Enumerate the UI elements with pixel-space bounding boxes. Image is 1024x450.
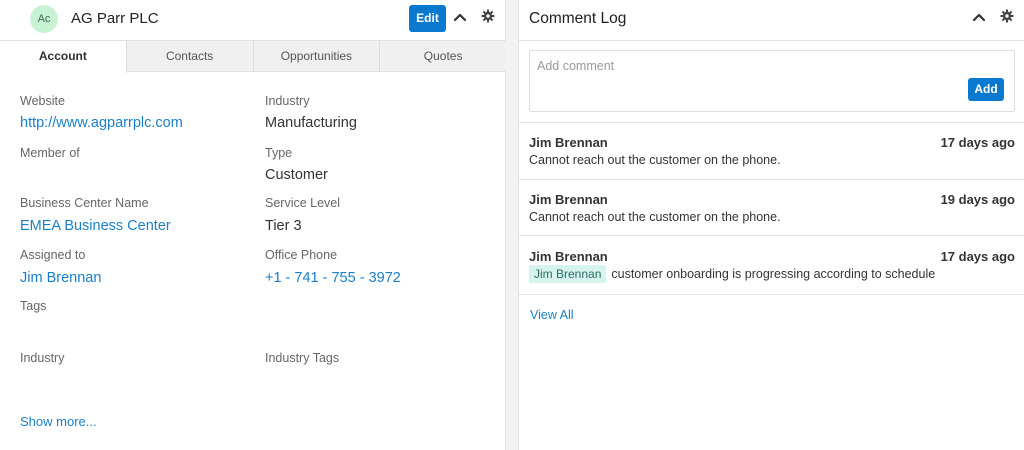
type-label: Type <box>265 146 293 160</box>
assigned-to-label: Assigned to <box>20 248 86 262</box>
comment-author[interactable]: Jim Brennan <box>529 192 608 207</box>
office-phone-link[interactable]: +1 - 741 - 755 - 3972 <box>265 270 401 286</box>
industry-bottom-label: Industry <box>20 351 65 365</box>
service-level-value: Tier 3 <box>265 218 302 234</box>
show-more-link[interactable]: Show more... <box>20 414 97 429</box>
add-comment-button[interactable]: Add <box>968 78 1004 101</box>
comment-text: customer onboarding is progressing accor… <box>611 267 936 281</box>
comment-entry: Jim Brennan 19 days ago Cannot reach out… <box>519 179 1024 236</box>
industry-value: Manufacturing <box>265 115 357 131</box>
view-all-link[interactable]: View All <box>530 308 574 322</box>
tab-account[interactable]: Account <box>0 41 127 73</box>
comment-author[interactable]: Jim Brennan <box>529 135 608 150</box>
service-level-label: Service Level <box>265 196 341 210</box>
comment-log-panel: Comment Log Add comment Add Jim Brennan … <box>518 0 1024 450</box>
account-panel: Ac AG Parr PLC Edit Account Contacts Opp… <box>0 0 506 450</box>
comment-time: 17 days ago <box>940 249 1015 264</box>
member-of-label: Member of <box>20 146 80 160</box>
comment-text-row: Jim Brennan customer onboarding is progre… <box>529 265 935 283</box>
divider <box>519 40 1024 41</box>
avatar: Ac <box>30 5 58 33</box>
comment-log-title: Comment Log <box>529 10 627 27</box>
gear-icon[interactable] <box>480 8 496 24</box>
chevron-up-icon[interactable] <box>452 9 468 25</box>
gear-icon[interactable] <box>999 8 1015 24</box>
industry-tags-label: Industry Tags <box>265 351 340 365</box>
mention-tag[interactable]: Jim Brennan <box>529 265 607 283</box>
tab-opportunities[interactable]: Opportunities <box>254 41 381 72</box>
industry-label: Industry <box>265 94 310 108</box>
business-center-label: Business Center Name <box>20 196 149 210</box>
assigned-to-link[interactable]: Jim Brennan <box>20 270 101 286</box>
add-comment-input[interactable] <box>530 51 960 81</box>
website-link[interactable]: http://www.agparrplc.com <box>20 115 183 131</box>
comment-entry: Jim Brennan 17 days ago Cannot reach out… <box>519 122 1024 179</box>
comment-time: 17 days ago <box>940 135 1015 150</box>
tab-quotes[interactable]: Quotes <box>380 41 506 72</box>
app-root: Ac AG Parr PLC Edit Account Contacts Opp… <box>0 0 1024 450</box>
type-value: Customer <box>265 167 328 183</box>
comment-entry: Jim Brennan 17 days ago Jim Brennan custo… <box>519 235 1024 295</box>
record-tabs: Account Contacts Opportunities Quotes <box>0 40 506 73</box>
comment-text: Cannot reach out the customer on the pho… <box>529 210 781 224</box>
website-label: Website <box>20 94 65 108</box>
chevron-up-icon[interactable] <box>971 9 987 25</box>
comment-author[interactable]: Jim Brennan <box>529 249 608 264</box>
tags-label: Tags <box>20 299 47 313</box>
office-phone-label: Office Phone <box>265 248 338 262</box>
comment-time: 19 days ago <box>940 192 1015 207</box>
business-center-link[interactable]: EMEA Business Center <box>20 218 171 234</box>
comment-box <box>529 50 1015 112</box>
tab-contacts[interactable]: Contacts <box>127 41 254 72</box>
page-title: AG Parr PLC <box>71 10 159 27</box>
account-header: Ac AG Parr PLC Edit <box>0 0 506 40</box>
edit-button[interactable]: Edit <box>409 5 446 32</box>
comment-text: Cannot reach out the customer on the pho… <box>529 153 781 167</box>
